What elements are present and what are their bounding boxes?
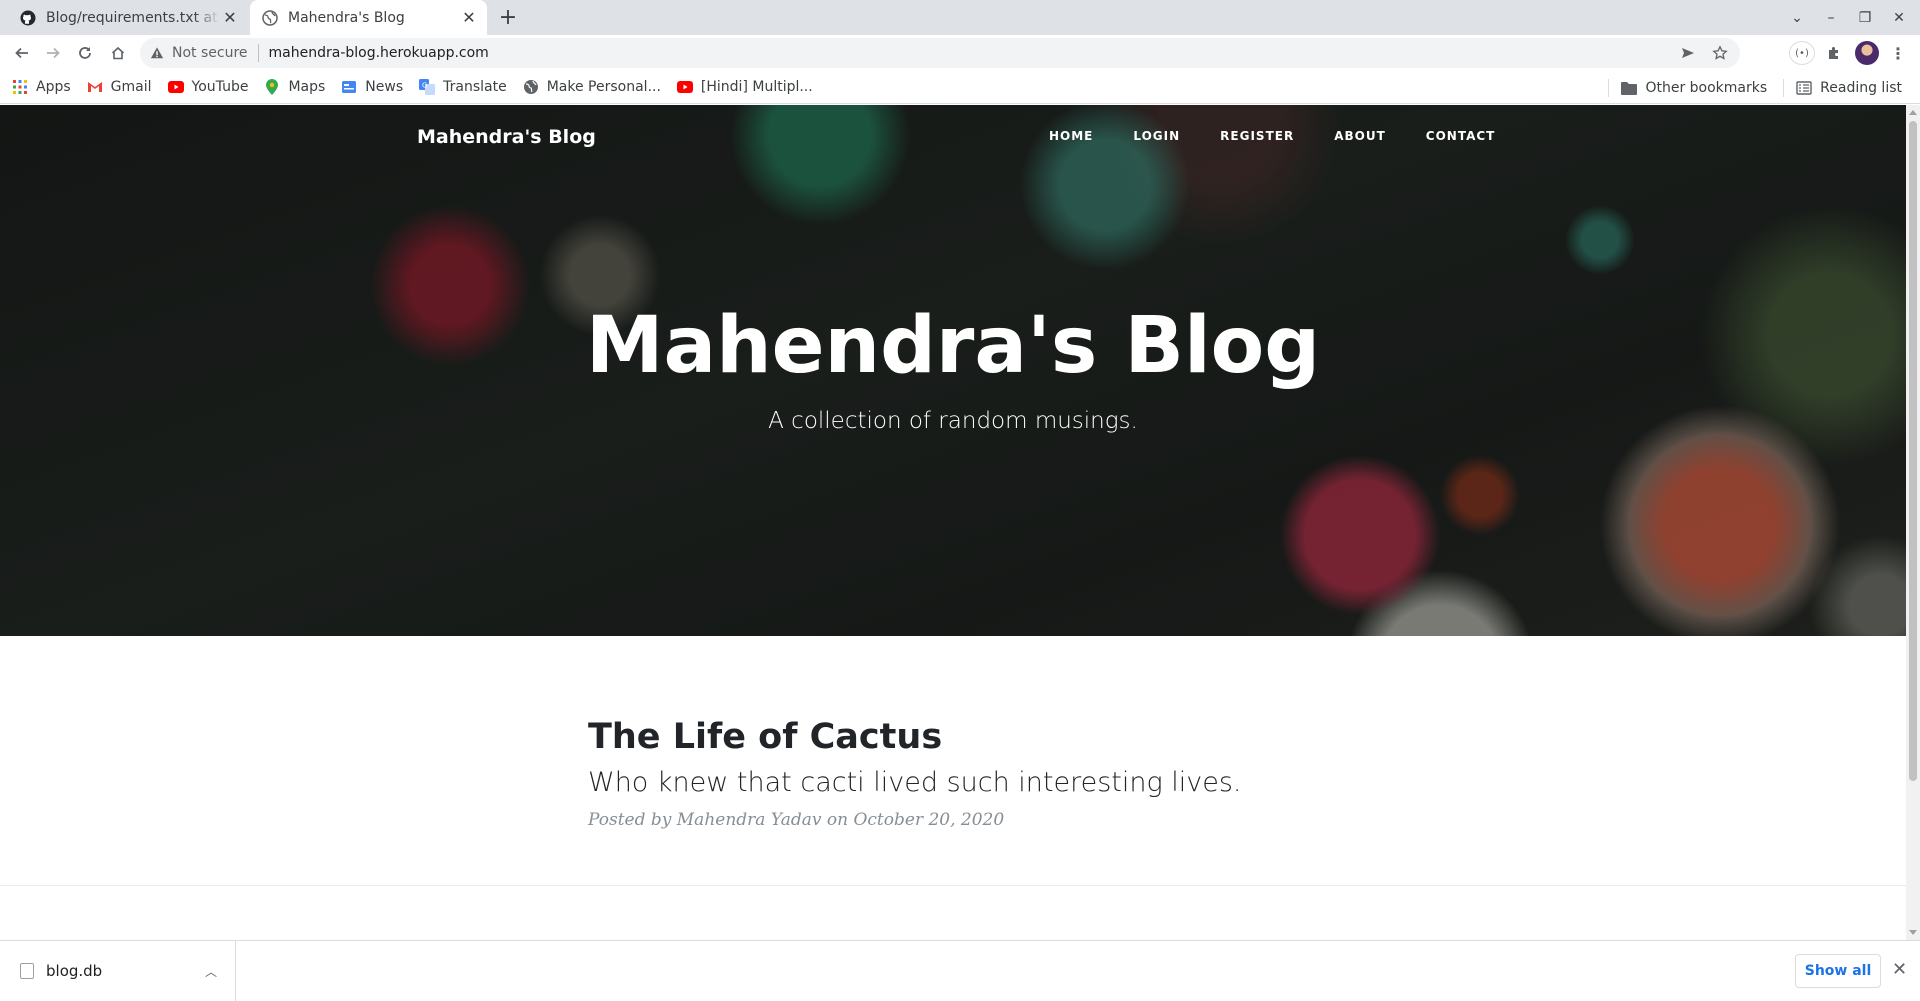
toolbar: Not secure mahendra-blog.herokuapp.com (… (0, 35, 1920, 71)
post-subtitle[interactable]: Who knew that cacti lived such interesti… (588, 767, 1348, 798)
tab-strip: Blog/requirements.txt at ✕ Mahendra's Bl… (0, 0, 1920, 35)
omnibox-actions (1664, 38, 1728, 68)
maps-pin-icon (264, 79, 280, 95)
bookmark-make-personal[interactable]: Make Personal... (523, 79, 661, 95)
close-tab-icon[interactable]: ✕ (459, 8, 479, 28)
close-icon[interactable]: ✕ (1892, 959, 1907, 980)
minimize-icon[interactable]: – (1814, 10, 1848, 26)
post-divider (0, 885, 1906, 886)
github-icon (20, 10, 36, 26)
tab-title: Blog/requirements.txt at (46, 9, 218, 26)
extensions-puzzle-icon[interactable] (1822, 41, 1846, 65)
nav-register[interactable]: REGISTER (1220, 129, 1294, 143)
translate-icon: G (419, 79, 436, 95)
file-icon (20, 963, 34, 979)
post-title[interactable]: The Life of Cactus (588, 717, 1348, 757)
nav-home[interactable]: HOME (1049, 129, 1093, 143)
youtube-icon (676, 79, 693, 95)
tab-title: Mahendra's Blog (288, 9, 405, 26)
bookmark-label: Make Personal... (546, 79, 661, 95)
hero-header: Mahendra's Blog HOME LOGIN REGISTER ABOU… (0, 105, 1906, 636)
bookmarks-right: Other bookmarks Reading list (1608, 71, 1906, 104)
reading-list-icon (1796, 80, 1812, 96)
chevron-up-icon[interactable]: ︿ (205, 963, 217, 980)
download-bar: blog.db ︿ Show all ✕ (0, 940, 1920, 1001)
nav-login[interactable]: LOGIN (1133, 129, 1180, 143)
new-tab-button[interactable]: + (495, 6, 521, 32)
bookmark-hindi-multipl[interactable]: [Hindi] Multipl... (676, 79, 813, 95)
bookmarks-divider (1608, 78, 1610, 97)
scroll-down-arrow-icon[interactable] (1909, 930, 1917, 935)
bookmark-label: News (365, 79, 404, 95)
globe-icon (523, 79, 539, 95)
close-tab-icon[interactable]: ✕ (220, 8, 240, 28)
window-controls: ⌄ – ❐ ✕ (1780, 0, 1916, 35)
reading-list[interactable]: Reading list (1796, 80, 1902, 96)
bookmark-label: Maps (288, 79, 326, 95)
apps-grid-icon (12, 79, 28, 95)
bookmark-label: Gmail (110, 79, 152, 95)
send-icon[interactable] (1680, 45, 1696, 61)
bookmark-apps[interactable]: Apps (12, 79, 71, 95)
download-filename[interactable]: blog.db (46, 962, 205, 980)
tab-search-chevron-icon[interactable]: ⌄ (1780, 10, 1814, 26)
nav-about[interactable]: ABOUT (1334, 129, 1386, 143)
bookmark-translate[interactable]: G Translate (419, 79, 507, 95)
post-meta: Posted by Mahendra Yadav on October 20, … (588, 810, 1005, 830)
url-text[interactable]: mahendra-blog.herokuapp.com (269, 45, 489, 61)
bookmark-label: YouTube (191, 79, 249, 95)
hero-title: Mahendra's Blog (585, 301, 1321, 391)
reading-list-label: Reading list (1820, 79, 1902, 96)
scroll-up-arrow-icon[interactable] (1909, 110, 1917, 115)
hero-subtitle: A collection of random musings. (768, 408, 1138, 434)
post-preview[interactable]: The Life of Cactus Who knew that cacti l… (588, 717, 1348, 830)
omnibox-divider (257, 44, 259, 62)
security-label[interactable]: Not secure (172, 45, 248, 61)
bookmarks-bar: Apps Gmail YouTube Maps News G Translate… (0, 71, 1920, 104)
warning-triangle-icon[interactable] (150, 46, 164, 60)
gmail-icon (87, 79, 103, 95)
download-item[interactable]: blog.db ︿ (0, 941, 236, 1001)
close-window-icon[interactable]: ✕ (1882, 10, 1916, 26)
tab-requirements[interactable]: Blog/requirements.txt at ✕ (8, 0, 248, 35)
tab-mahendras-blog[interactable]: Mahendra's Blog ✕ (250, 0, 487, 35)
bookmark-youtube[interactable]: YouTube (167, 79, 249, 95)
nav-links: HOME LOGIN REGISTER ABOUT CONTACT (1049, 129, 1535, 143)
back-arrow-icon[interactable] (10, 41, 34, 65)
scrollbar-thumb[interactable] (1909, 121, 1917, 781)
star-bookmark-icon[interactable] (1712, 45, 1728, 61)
restore-icon[interactable]: ❐ (1848, 10, 1882, 26)
site-brand-link[interactable]: Mahendra's Blog (417, 126, 596, 148)
bookmark-news[interactable]: News (341, 79, 403, 95)
menu-kebab-icon[interactable]: ⋮ (1886, 41, 1910, 65)
bookmark-gmail[interactable]: Gmail (87, 79, 152, 95)
svg-text:G: G (422, 82, 427, 90)
show-all-button[interactable]: Show all (1795, 954, 1881, 988)
news-icon (341, 79, 357, 95)
bookmark-label: Apps (36, 79, 71, 95)
address-bar[interactable]: Not secure mahendra-blog.herokuapp.com (140, 38, 1740, 68)
nav-contact[interactable]: CONTACT (1426, 129, 1496, 143)
other-bookmarks[interactable]: Other bookmarks (1621, 80, 1767, 96)
youtube-icon (167, 79, 184, 95)
folder-icon (1621, 80, 1638, 96)
home-icon[interactable] (106, 41, 130, 65)
bookmark-label: [Hindi] Multipl... (700, 79, 813, 95)
other-bookmarks-label: Other bookmarks (1645, 79, 1768, 96)
extension-media-icon[interactable]: (•) (1789, 41, 1815, 65)
bookmarks-divider (1783, 78, 1785, 97)
reload-icon[interactable] (73, 41, 97, 65)
site-navbar: Mahendra's Blog HOME LOGIN REGISTER ABOU… (0, 105, 1906, 171)
profile-avatar[interactable] (1855, 41, 1879, 65)
page-viewport: Mahendra's Blog HOME LOGIN REGISTER ABOU… (0, 105, 1906, 940)
bookmark-maps[interactable]: Maps (264, 79, 325, 95)
globe-icon (262, 9, 278, 26)
page-scrollbar[interactable] (1906, 105, 1920, 940)
bookmark-label: Translate (443, 79, 507, 95)
forward-arrow-icon[interactable] (41, 41, 65, 65)
